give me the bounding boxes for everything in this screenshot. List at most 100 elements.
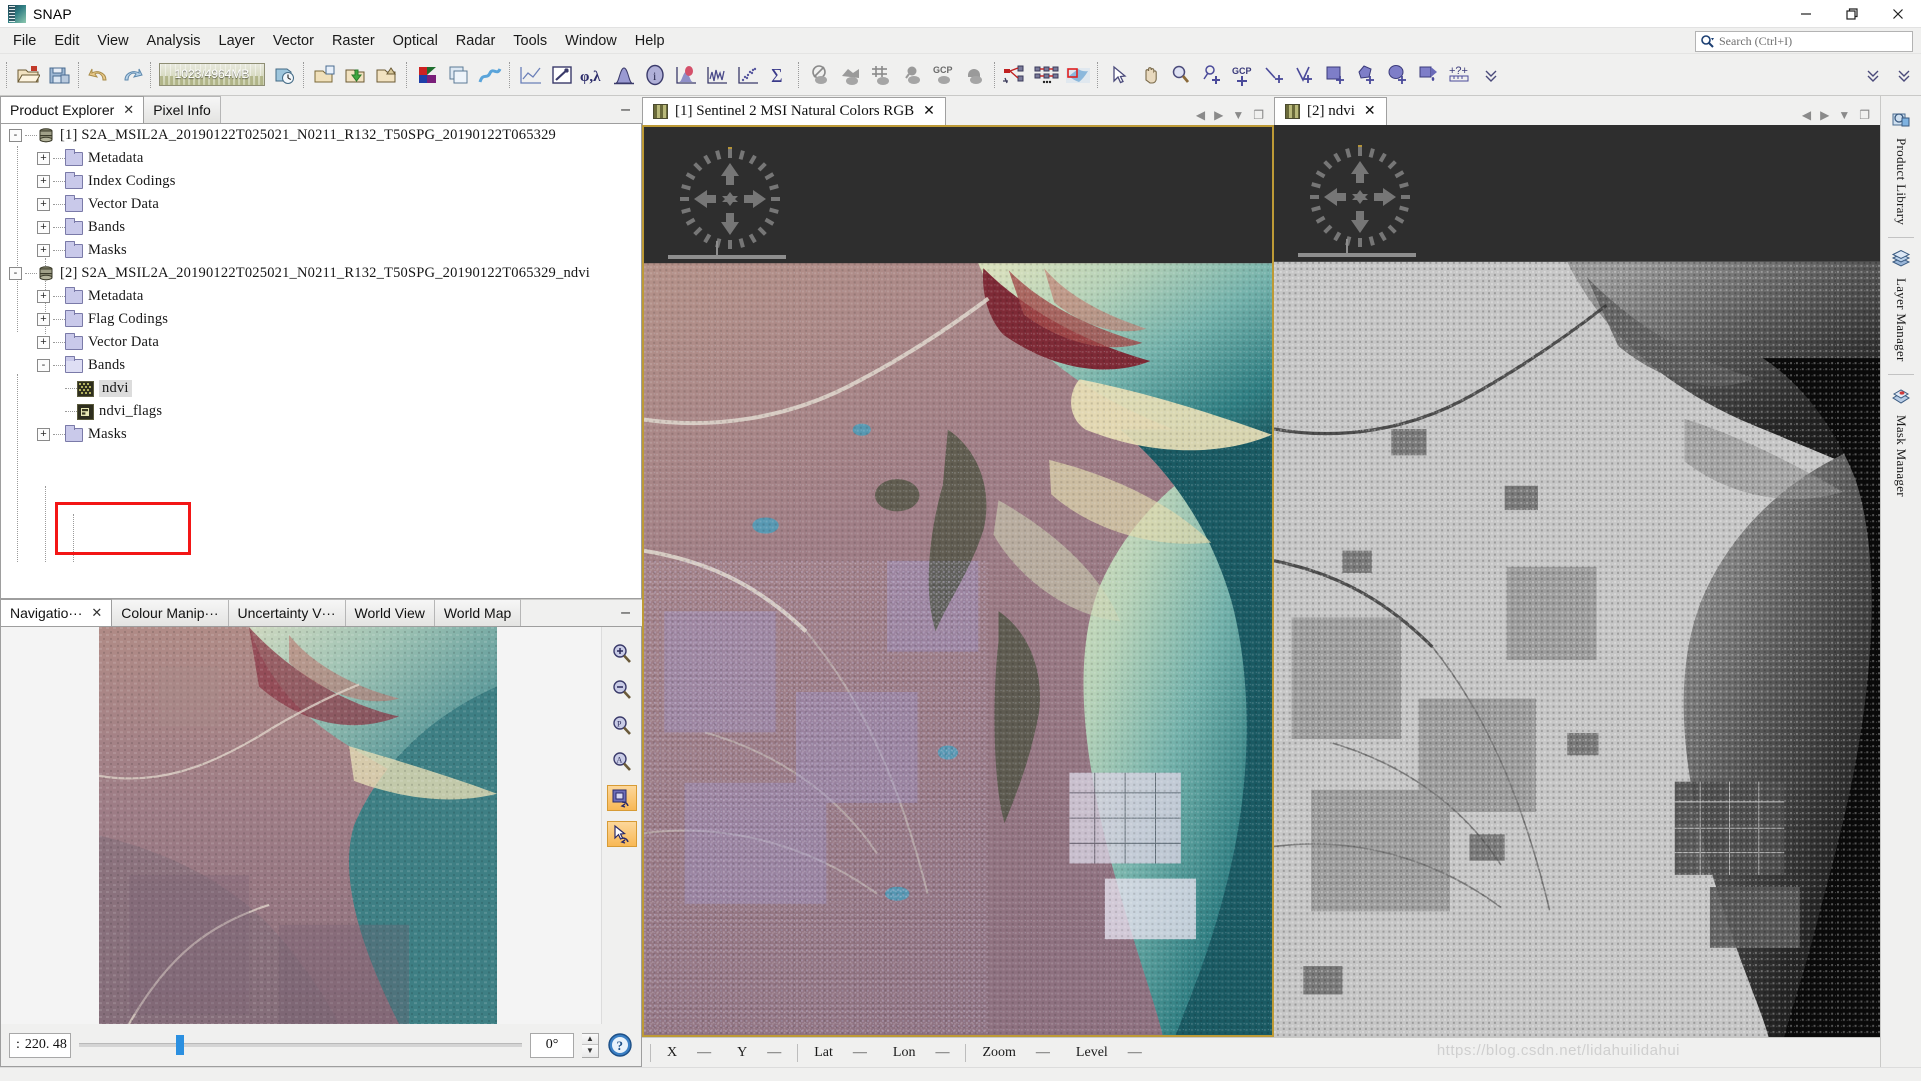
close-icon[interactable]: ✕ bbox=[1364, 103, 1376, 120]
pan-tool-icon[interactable] bbox=[1134, 58, 1165, 92]
tree-expander[interactable]: + bbox=[37, 198, 50, 211]
maximize-button[interactable] bbox=[1829, 0, 1875, 28]
menu-edit[interactable]: Edit bbox=[45, 31, 88, 51]
menu-tools[interactable]: Tools bbox=[504, 31, 556, 51]
save-product-icon[interactable] bbox=[43, 58, 74, 92]
tree-node-masks-1[interactable]: + Masks bbox=[1, 239, 641, 262]
zoom-slider[interactable] bbox=[79, 1033, 522, 1058]
zoom-factor-input[interactable]: : 220. 48 bbox=[9, 1032, 71, 1058]
new-subset-icon[interactable] bbox=[309, 58, 340, 92]
tree-expander[interactable]: + bbox=[37, 175, 50, 188]
zoom-tool-icon[interactable] bbox=[1165, 58, 1196, 92]
view-list-dropdown-icon[interactable]: ▼ bbox=[1838, 108, 1850, 122]
close-icon[interactable]: ✕ bbox=[123, 102, 134, 118]
batch-processing-icon[interactable] bbox=[1031, 58, 1062, 92]
tree-expander[interactable]: - bbox=[37, 359, 50, 372]
bandmaths-icon[interactable] bbox=[474, 58, 505, 92]
zoom-out-icon[interactable] bbox=[607, 677, 637, 703]
menu-vector[interactable]: Vector bbox=[264, 31, 323, 51]
graticule-overlay-icon[interactable] bbox=[866, 58, 897, 92]
histogram-icon[interactable] bbox=[608, 58, 639, 92]
tab-world-view[interactable]: World View bbox=[344, 599, 435, 626]
select-tool-icon[interactable] bbox=[1103, 58, 1134, 92]
rail-tab-layer-manager[interactable]: Layer Manager bbox=[1889, 244, 1913, 368]
magic-wand-tool-icon[interactable] bbox=[1413, 58, 1444, 92]
zoom-slider-handle[interactable] bbox=[176, 1035, 185, 1055]
tree-expander[interactable]: - bbox=[9, 129, 22, 142]
ellipse-drawing-tool-icon[interactable] bbox=[1382, 58, 1413, 92]
geo-coding-icon[interactable]: φ,λ bbox=[577, 58, 608, 92]
zoom-to-pixel-resolution-icon[interactable]: P bbox=[607, 713, 637, 739]
maximize-view-icon[interactable]: ❐ bbox=[1253, 108, 1264, 122]
menu-help[interactable]: Help bbox=[626, 31, 674, 51]
next-view-icon[interactable]: ▶ bbox=[1820, 108, 1829, 122]
information-icon[interactable]: i bbox=[639, 58, 670, 92]
gcp-overlay-icon[interactable]: GCP bbox=[928, 58, 959, 92]
subset-region-icon[interactable] bbox=[1062, 58, 1093, 92]
rectangle-drawing-tool-icon[interactable] bbox=[1320, 58, 1351, 92]
toolbar-overflow-icon[interactable] bbox=[1475, 58, 1506, 92]
menu-window[interactable]: Window bbox=[556, 31, 626, 51]
tree-expander[interactable]: - bbox=[9, 267, 22, 280]
open-product-icon[interactable] bbox=[12, 58, 43, 92]
rail-tab-product-library[interactable]: Product Library bbox=[1889, 104, 1913, 231]
tree-node-bands-2[interactable]: - Bands bbox=[1, 354, 641, 377]
colour-manipulation-icon[interactable] bbox=[546, 58, 577, 92]
undo-icon[interactable] bbox=[84, 58, 115, 92]
statistics-icon[interactable]: Σ bbox=[763, 58, 794, 92]
rotation-stepper[interactable]: ▲ ▼ bbox=[582, 1032, 599, 1058]
tree-node-metadata-2[interactable]: + Metadata bbox=[1, 285, 641, 308]
tab-uncertainty-visualisation[interactable]: Uncertainty V··· bbox=[227, 599, 346, 626]
tree-node-masks-2[interactable]: + Masks bbox=[1, 423, 641, 446]
tree-node-vector-data-1[interactable]: + Vector Data bbox=[1, 193, 641, 216]
rotation-decrease-icon[interactable]: ▼ bbox=[582, 1045, 598, 1057]
tree-node-metadata-1[interactable]: + Metadata bbox=[1, 147, 641, 170]
navigation-compass-icon[interactable] bbox=[1306, 143, 1414, 251]
polyline-drawing-tool-icon[interactable] bbox=[1289, 58, 1320, 92]
toolbar-collapse-icon[interactable] bbox=[1857, 58, 1888, 92]
tree-node-flag-codings[interactable]: + Flag Codings bbox=[1, 308, 641, 331]
tree-expander[interactable]: + bbox=[37, 313, 50, 326]
scatter-plot-icon[interactable] bbox=[732, 58, 763, 92]
zoom-all-icon[interactable]: A bbox=[607, 749, 637, 775]
zoom-in-icon[interactable] bbox=[607, 641, 637, 667]
minimize-button[interactable] bbox=[1783, 0, 1829, 28]
toolbar-expand-icon[interactable] bbox=[1888, 58, 1919, 92]
close-icon[interactable]: ✕ bbox=[91, 605, 102, 621]
rgb-image-view-icon[interactable] bbox=[412, 58, 443, 92]
mask-overlay-icon[interactable] bbox=[959, 58, 990, 92]
geometry-overlay-icon[interactable] bbox=[835, 58, 866, 92]
tree-node-product-2[interactable]: - [2] S2A_MSIL2A_20190122T025021_N0211_R… bbox=[1, 262, 641, 285]
reopen-product-icon[interactable] bbox=[268, 58, 299, 92]
rotation-input[interactable]: 0° bbox=[530, 1032, 574, 1058]
polygon-drawing-tool-icon[interactable] bbox=[1351, 58, 1382, 92]
rotation-increase-icon[interactable]: ▲ bbox=[582, 1033, 598, 1045]
graph-builder-icon[interactable] bbox=[1000, 58, 1031, 92]
export-product-icon[interactable] bbox=[371, 58, 402, 92]
tab-colour-manipulation[interactable]: Colour Manip··· bbox=[111, 599, 229, 626]
tree-expander[interactable]: + bbox=[37, 244, 50, 257]
rail-tab-mask-manager[interactable]: Mask Manager bbox=[1889, 381, 1913, 503]
open-image-view-icon[interactable] bbox=[443, 58, 474, 92]
tab-world-map[interactable]: World Map bbox=[433, 599, 522, 626]
tree-node-band-ndvi-flags[interactable]: ndvi_flags bbox=[1, 400, 641, 423]
next-view-icon[interactable]: ▶ bbox=[1214, 108, 1223, 122]
no-data-overlay-icon[interactable] bbox=[804, 58, 835, 92]
tab-ndvi-view[interactable]: [2] ndvi ✕ bbox=[1274, 97, 1387, 125]
tree-expander[interactable]: + bbox=[37, 428, 50, 441]
density-plot-icon[interactable] bbox=[670, 58, 701, 92]
navigation-thumbnail-image[interactable] bbox=[98, 627, 497, 1024]
explorer-minimize-button[interactable]: – bbox=[609, 96, 642, 123]
menu-layer[interactable]: Layer bbox=[210, 31, 264, 51]
menu-radar[interactable]: Radar bbox=[447, 31, 505, 51]
tree-node-product-1[interactable]: - [1] S2A_MSIL2A_20190122T025021_N0211_R… bbox=[1, 124, 641, 147]
image-canvas-rgb[interactable] bbox=[642, 125, 1274, 1037]
navigation-thumbnail-area[interactable]: P A bbox=[1, 627, 641, 1024]
tab-pixel-info[interactable]: Pixel Info bbox=[143, 96, 221, 123]
tree-expander[interactable]: + bbox=[37, 221, 50, 234]
sync-views-icon[interactable] bbox=[606, 785, 637, 811]
profile-plot-icon[interactable] bbox=[515, 58, 546, 92]
memory-usage-indicator[interactable]: 1023/4964MB bbox=[159, 63, 265, 86]
menu-analysis[interactable]: Analysis bbox=[138, 31, 210, 51]
product-explorer-tree[interactable]: - [1] S2A_MSIL2A_20190122T025021_N0211_R… bbox=[0, 124, 642, 599]
